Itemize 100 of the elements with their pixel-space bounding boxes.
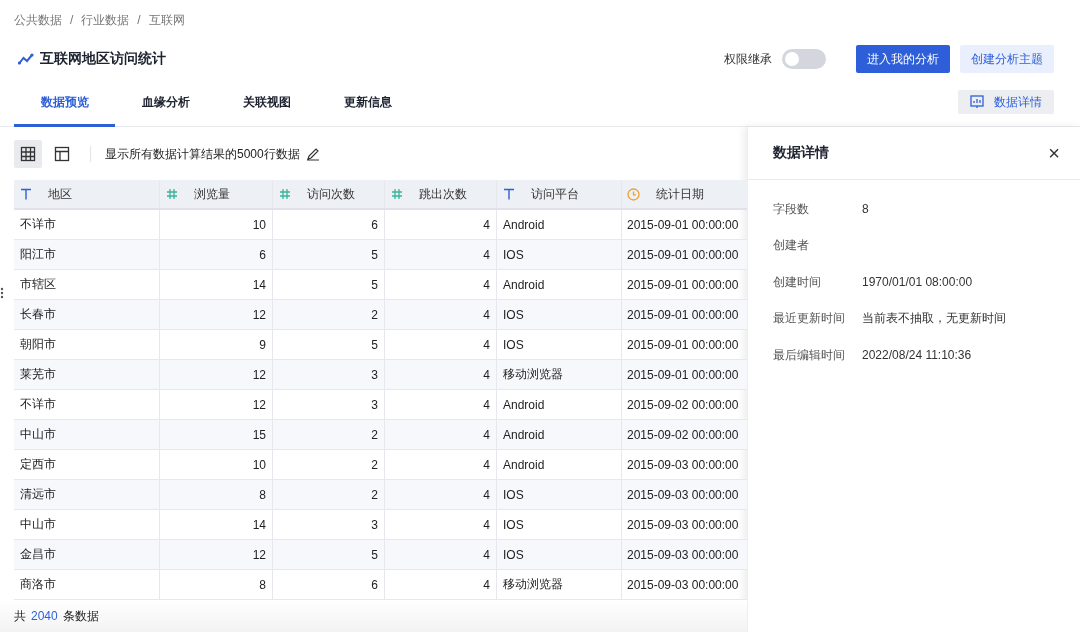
data-details-button[interactable]: 数据详情	[958, 90, 1054, 114]
column-header[interactable]: 访问次数	[273, 180, 385, 208]
table-cell: 5	[273, 270, 385, 299]
table-cell: 6	[273, 210, 385, 239]
bar-chart-icon	[970, 95, 984, 109]
table-cell: 4	[385, 450, 497, 479]
table-cell: 9	[160, 330, 273, 359]
table-cell-text: 2015-09-01 00:00:00	[626, 336, 740, 354]
table-cell: 2	[273, 450, 385, 479]
column-header[interactable]: 地区	[14, 180, 160, 208]
table-cell-text: 2015-09-01 00:00:00	[626, 276, 740, 294]
column-header[interactable]: 统计日期	[622, 180, 747, 208]
table-cell: 10	[160, 450, 273, 479]
table-cell: 4	[385, 360, 497, 389]
tab[interactable]: 关联视图	[216, 79, 317, 127]
table-cell: 阳江市	[14, 240, 160, 269]
secondary-button[interactable]: 创建分析主题	[960, 45, 1054, 73]
table-cell: 4	[385, 390, 497, 419]
table-cell: 14	[160, 510, 273, 539]
table-cell: 12	[160, 390, 273, 419]
tab[interactable]: 数据预览	[14, 79, 115, 127]
panel-title: 数据详情	[773, 144, 829, 162]
table-cell: 3	[273, 360, 385, 389]
breadcrumb-separator: /	[70, 13, 74, 27]
table-cell: 4	[385, 270, 497, 299]
edit-icon[interactable]	[305, 147, 320, 161]
table-cell: 5	[273, 540, 385, 569]
column-header[interactable]: 浏览量	[160, 180, 273, 208]
table-cell: IOS	[497, 300, 622, 329]
field-label: 创建者	[773, 237, 810, 255]
table-cell: 15	[160, 420, 273, 449]
table-cell: 5	[273, 240, 385, 269]
table-cell: 8	[160, 480, 273, 509]
row-limit-text: 显示所有数据计算结果的5000行数据	[105, 145, 300, 163]
table-cell: 4	[385, 330, 497, 359]
table-cell: 不详市	[14, 390, 160, 419]
column-header[interactable]: 访问平台	[497, 180, 622, 208]
drag-handle-icon[interactable]	[0, 287, 4, 299]
field-value: 1970/01/01 08:00:00	[862, 275, 973, 290]
table-cell-text: 2015-09-03 00:00:00	[626, 576, 740, 594]
table-cell: 5	[273, 330, 385, 359]
table-cell: Android	[497, 390, 622, 419]
table-cell-text: 2015-09-03 00:00:00	[626, 546, 740, 564]
table-cell: Android	[497, 270, 622, 299]
tab[interactable]: 血缘分析	[115, 79, 216, 127]
field-label: 字段数	[773, 200, 810, 218]
table-cell: 移动浏览器	[497, 360, 622, 389]
table-cell: 4	[385, 510, 497, 539]
text-type-icon	[20, 188, 32, 200]
table-cell: 6	[273, 570, 385, 599]
page-title: 互联网地区访问统计	[40, 50, 166, 68]
table-cell: 清远市	[14, 480, 160, 509]
table-cell: 定西市	[14, 450, 160, 479]
field-value: 8	[862, 202, 869, 217]
table-cell: 12	[160, 360, 273, 389]
table-cell: 10	[160, 210, 273, 239]
table-cell-text: 2015-09-03 00:00:00	[626, 486, 740, 504]
breadcrumb-link[interactable]: 行业数据	[81, 11, 130, 29]
table-cell: Android	[497, 450, 622, 479]
table-cell: 商洛市	[14, 570, 160, 599]
table-cell: IOS	[497, 240, 622, 269]
table-cell-text: 2015-09-01 00:00:00	[626, 216, 740, 234]
table-cell: 移动浏览器	[497, 570, 622, 599]
breadcrumb-link[interactable]: 公共数据	[14, 11, 62, 29]
number-type-icon	[279, 188, 291, 200]
toggle-label: 权限继承	[724, 50, 772, 68]
table-cell: 4	[385, 210, 497, 239]
table-cell: 4	[385, 240, 497, 269]
table-cell: 4	[385, 480, 497, 509]
line-chart-icon	[18, 53, 34, 65]
table-cell: 市辖区	[14, 270, 160, 299]
table-cell: 中山市	[14, 420, 160, 449]
layout-icon	[54, 146, 70, 162]
table-cell: Android	[497, 420, 622, 449]
table-cell: 2	[273, 480, 385, 509]
tab[interactable]: 更新信息	[317, 79, 418, 127]
table-cell-text: 2015-09-01 00:00:00	[626, 366, 740, 384]
table-cell: 3	[273, 510, 385, 539]
table-cell: 4	[385, 420, 497, 449]
table-view-button[interactable]	[14, 140, 42, 168]
table-cell-text: 2015-09-03 00:00:00	[626, 456, 740, 474]
footer-label: 共	[14, 607, 26, 625]
column-header[interactable]: 跳出次数	[385, 180, 497, 208]
breadcrumb-link[interactable]: 互联网	[148, 11, 185, 29]
table-cell-text: 2015-09-02 00:00:00	[626, 396, 740, 414]
table-cell-text: 2015-09-03 00:00:00	[626, 516, 740, 534]
table-cell: 6	[160, 240, 273, 269]
table-cell: 2	[273, 420, 385, 449]
close-button[interactable]: ×	[1048, 141, 1060, 165]
clock-icon	[627, 187, 640, 201]
breadcrumb-separator: /	[137, 13, 141, 27]
table-cell: IOS	[497, 330, 622, 359]
table-cell: 4	[385, 570, 497, 599]
table-cell-text: 2015-09-01 00:00:00	[626, 246, 740, 264]
primary-button[interactable]: 进入我的分析	[856, 45, 950, 73]
toggle-switch[interactable]	[782, 49, 826, 69]
table-cell: 12	[160, 540, 273, 569]
field-label: 最近更新时间	[773, 310, 846, 328]
number-type-icon	[391, 188, 403, 200]
table-cell: IOS	[497, 510, 622, 539]
